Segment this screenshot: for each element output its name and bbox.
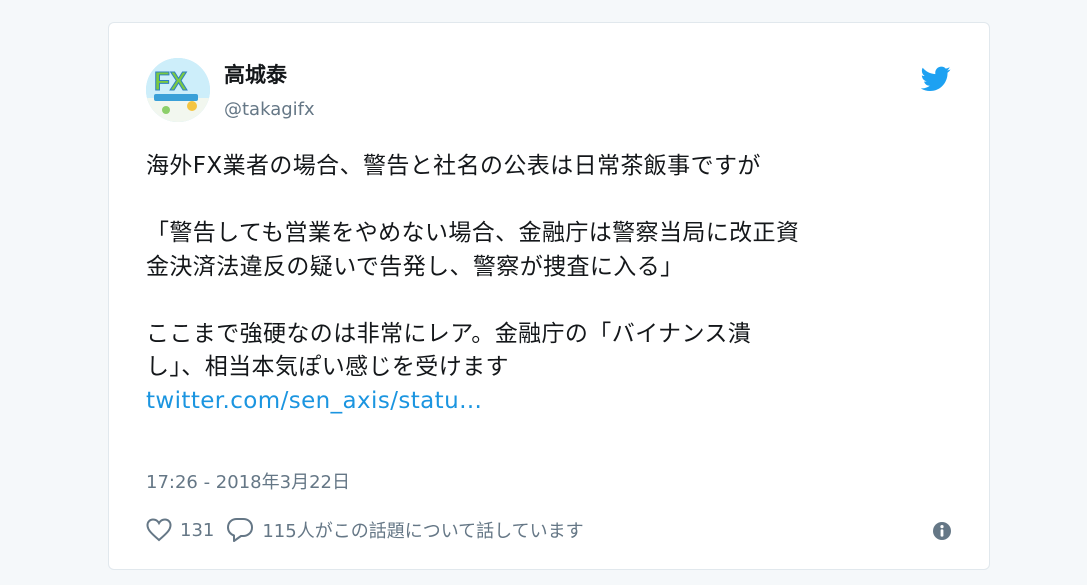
tweet-paragraph-2-line-2: 金決済法違反の疑いで告発し、警察が捜査に入る」 <box>146 253 684 280</box>
reply-bubble-icon <box>227 518 254 542</box>
avatar-logo-text: FX <box>154 66 188 96</box>
tweet-body: 海外FX業者の場合、警告と社名の公表は日常茶飯事ですが 「警告しても営業をやめな… <box>146 150 956 418</box>
embedded-tweet: FX 高城泰 @takagifx 海外FX業者の場合、警告と社名の公表は日常茶飯… <box>108 22 990 570</box>
author-handle[interactable]: @takagifx <box>224 97 315 123</box>
like-button[interactable]: 131 <box>146 518 214 542</box>
heart-icon <box>146 518 172 542</box>
tweet-timestamp[interactable]: 17:26 - 2018年3月22日 <box>146 470 350 496</box>
author-display-name[interactable]: 高城泰 <box>224 61 287 89</box>
like-count: 131 <box>180 519 215 541</box>
twitter-bird-icon[interactable] <box>921 66 951 92</box>
tweet-paragraph-2-line-1: 「警告しても営業をやめない場合、金融庁は警察当局に改正資 <box>146 220 800 246</box>
tweet-actions: 131 115人がこの話題について話しています <box>146 515 596 545</box>
tweet-paragraph-3-line-2: し」、相当本気ぽい感じを受けます <box>146 354 509 380</box>
tweet-paragraph-1: 海外FX業者の場合、警告と社名の公表は日常茶飯事ですが <box>146 153 761 179</box>
conversation-button[interactable]: 115人がこの話題について話しています <box>226 517 584 543</box>
tweet-paragraph-3-line-1: ここまで強硬なのは非常にレア。金融庁の「バイナンス潰 <box>146 320 752 347</box>
info-icon[interactable] <box>932 521 952 541</box>
avatar[interactable]: FX <box>146 58 210 122</box>
avatar-image: FX <box>146 58 210 122</box>
conversation-label: 115人がこの話題について話しています <box>262 521 584 542</box>
quoted-tweet-link[interactable]: twitter.com/sen_axis/statu… <box>146 385 482 419</box>
